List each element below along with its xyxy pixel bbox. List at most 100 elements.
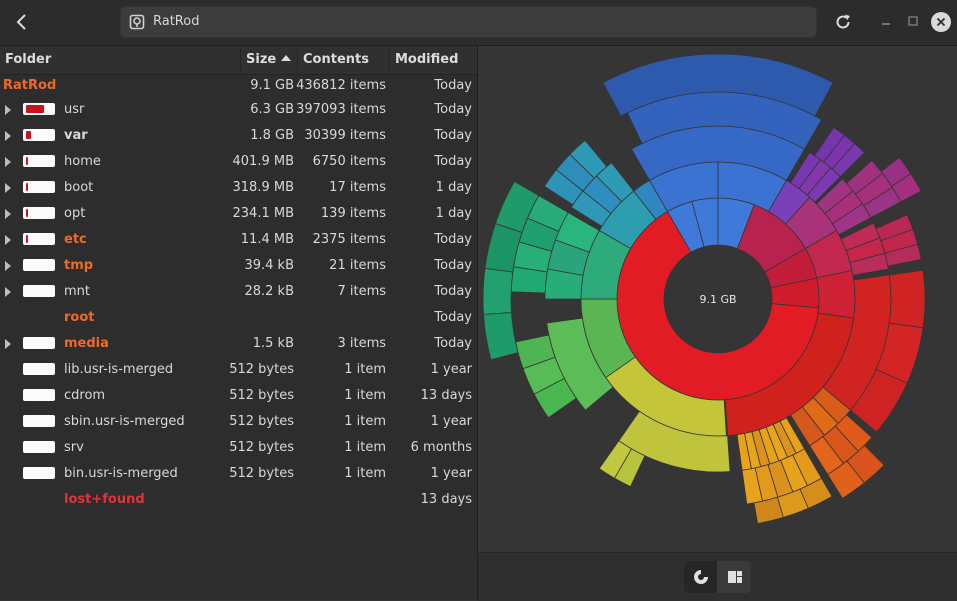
folder-name: cdrom <box>64 383 105 409</box>
usage-bar-fill <box>26 131 31 139</box>
expand-arrow-icon[interactable] <box>5 105 11 115</box>
folder-row[interactable]: rootToday <box>0 305 477 331</box>
view-switcher-bar <box>478 552 957 601</box>
folder-row[interactable]: mnt28.2 kB7 itemsToday <box>0 279 477 305</box>
usage-bar <box>23 155 55 167</box>
folder-name: usr <box>64 97 84 123</box>
folder-row[interactable]: lib.usr-is-merged512 bytes1 item1 year <box>0 357 477 383</box>
usage-bar <box>23 389 55 401</box>
usage-bar-fill <box>26 235 28 243</box>
folder-contents: 1 item <box>344 383 386 409</box>
folder-name: lost+found <box>64 487 145 513</box>
folder-modified: Today <box>434 279 472 305</box>
expand-arrow-icon[interactable] <box>5 339 11 349</box>
column-folder[interactable]: Folder <box>0 46 241 74</box>
sort-ascending-icon <box>281 55 291 61</box>
folder-modified: Today <box>434 227 472 253</box>
folder-row[interactable]: var1.8 GB30399 itemsToday <box>0 123 477 149</box>
folder-modified: 13 days <box>421 383 472 409</box>
folder-name: etc <box>64 227 87 253</box>
ring-segment[interactable] <box>889 270 925 328</box>
folder-contents: 139 items <box>321 201 386 227</box>
location-bar[interactable]: RatRod <box>120 6 817 38</box>
column-contents[interactable]: Contents <box>298 46 390 74</box>
treemap-view-button[interactable] <box>718 561 751 593</box>
column-header: Folder Size Contents Modified <box>0 46 477 75</box>
usage-bar <box>23 129 55 141</box>
ring-chart[interactable]: 9.1 GB <box>478 46 957 552</box>
usage-bar-fill <box>26 157 28 165</box>
folder-name: root <box>64 305 95 331</box>
usage-bar <box>23 441 55 453</box>
folder-modified: Today <box>434 75 472 97</box>
folder-contents: 1 item <box>344 357 386 383</box>
usage-bar <box>23 363 55 375</box>
maximize-button[interactable] <box>906 14 920 28</box>
minimize-button[interactable] <box>880 15 892 27</box>
column-contents-label: Contents <box>303 52 369 67</box>
reload-button[interactable] <box>830 9 856 35</box>
view-toggle <box>684 561 751 593</box>
reload-icon <box>834 13 852 31</box>
folder-size: 512 bytes <box>229 409 294 435</box>
root-row[interactable]: RatRod 9.1 GB 436812 items Today <box>0 75 477 97</box>
folder-rows: RatRod 9.1 GB 436812 items Today usr 6.3 … <box>0 75 477 513</box>
usage-bar <box>23 285 55 297</box>
folder-row[interactable]: bin.usr-is-merged512 bytes1 item1 year <box>0 461 477 487</box>
folder-name: mnt <box>64 279 90 305</box>
ring-segment[interactable] <box>817 271 855 319</box>
folder-modified: Today <box>434 123 472 149</box>
usage-bar-fill <box>26 105 44 113</box>
folder-contents: 397093 items <box>296 97 386 123</box>
column-modified[interactable]: Modified <box>390 46 477 74</box>
folder-contents: 7 items <box>337 279 386 305</box>
ring-view-button[interactable] <box>684 561 717 593</box>
folder-size: 512 bytes <box>229 461 294 487</box>
expand-arrow-icon[interactable] <box>5 235 11 245</box>
folder-contents: 6750 items <box>313 149 386 175</box>
folder-row[interactable]: media1.5 kB3 itemsToday <box>0 331 477 357</box>
usage-bar-fill <box>26 209 28 217</box>
folder-modified: Today <box>434 149 472 175</box>
expand-arrow-icon[interactable] <box>5 183 11 193</box>
back-button[interactable] <box>8 8 36 36</box>
folder-name: RatRod <box>3 75 56 97</box>
expand-arrow-icon[interactable] <box>5 209 11 219</box>
folder-modified: 1 year <box>431 461 472 487</box>
expand-arrow-icon[interactable] <box>5 287 11 297</box>
folder-row[interactable]: srv512 bytes1 item6 months <box>0 435 477 461</box>
folder-row[interactable]: home401.9 MB6750 itemsToday <box>0 149 477 175</box>
folder-size: 1.5 kB <box>253 331 294 357</box>
ring-segment[interactable] <box>483 268 513 314</box>
folder-row[interactable]: tmp39.4 kB21 itemsToday <box>0 253 477 279</box>
folder-row[interactable]: opt234.1 MB139 items1 day <box>0 201 477 227</box>
folder-size: 512 bytes <box>229 435 294 461</box>
folder-contents: 1 item <box>344 435 386 461</box>
back-arrow-icon <box>15 13 29 31</box>
folder-row[interactable]: usr6.3 GB397093 itemsToday <box>0 97 477 123</box>
folder-name: bin.usr-is-merged <box>64 461 178 487</box>
folder-row[interactable]: sbin.usr-is-merged512 bytes1 item1 year <box>0 409 477 435</box>
folder-contents: 21 items <box>329 253 386 279</box>
ring-segment[interactable] <box>484 313 519 360</box>
folder-row[interactable]: cdrom512 bytes1 item13 days <box>0 383 477 409</box>
folder-name: boot <box>64 175 93 201</box>
usage-bar <box>23 207 55 219</box>
expand-arrow-icon[interactable] <box>5 157 11 167</box>
folder-row[interactable]: etc11.4 MB2375 itemsToday <box>0 227 477 253</box>
folder-name: opt <box>64 201 85 227</box>
expand-arrow-icon[interactable] <box>5 261 11 271</box>
usage-bar <box>23 233 55 245</box>
column-size[interactable]: Size <box>241 46 298 74</box>
usage-bar <box>23 415 55 427</box>
folder-size: 6.3 GB <box>250 97 294 123</box>
folder-name: sbin.usr-is-merged <box>64 409 185 435</box>
expand-arrow-icon[interactable] <box>5 131 11 141</box>
folder-row[interactable]: boot318.9 MB17 items1 day <box>0 175 477 201</box>
close-button[interactable] <box>931 12 951 32</box>
treemap-icon <box>727 569 743 585</box>
folder-modified: 1 year <box>431 409 472 435</box>
folder-row[interactable]: lost+found13 days <box>0 487 477 513</box>
usage-bar <box>23 181 55 193</box>
drive-icon <box>129 14 145 30</box>
